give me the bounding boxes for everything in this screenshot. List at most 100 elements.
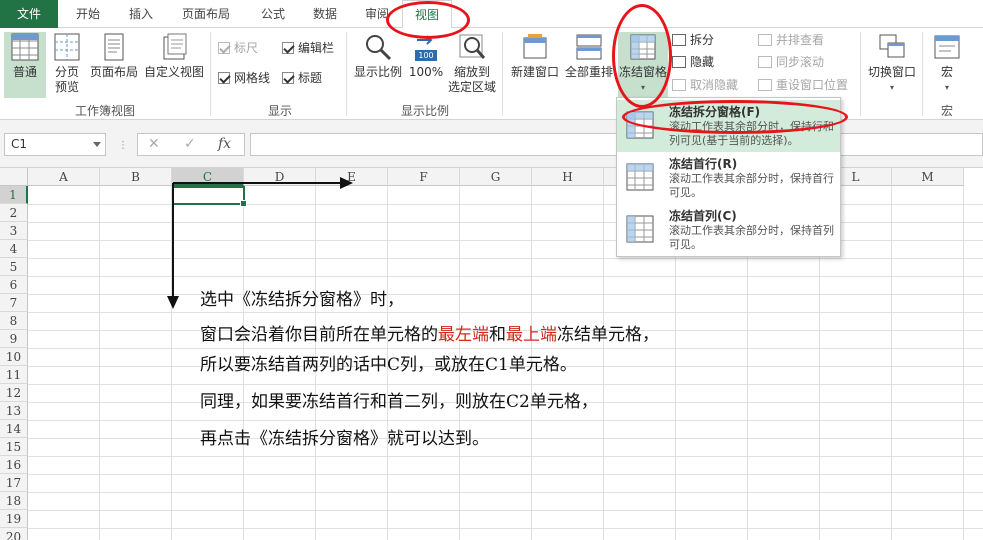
row-header-13[interactable]: 13 — [0, 402, 28, 420]
arrange-all-icon — [576, 34, 602, 60]
row-header-9[interactable]: 9 — [0, 330, 28, 348]
page-layout-view-button[interactable]: 页面布局 — [88, 32, 140, 80]
side-by-side-label: 并排查看 — [776, 33, 825, 47]
row-header-11[interactable]: 11 — [0, 366, 28, 384]
formula-bar-checkbox[interactable]: 编辑栏 — [282, 38, 334, 58]
headings-checkbox[interactable]: 标题 — [282, 68, 322, 88]
row-header-15[interactable]: 15 — [0, 438, 28, 456]
tab-formulas[interactable]: 公式 — [250, 0, 296, 28]
group-divider — [860, 32, 861, 116]
row-header-17[interactable]: 17 — [0, 474, 28, 492]
zoom-button[interactable]: 显示比例 — [352, 32, 404, 80]
zoom-to-selection-button[interactable]: 缩放到 选定区域 — [446, 32, 498, 95]
tab-review[interactable]: 审阅 — [354, 0, 400, 28]
chevron-down-icon: ▾ — [640, 83, 645, 92]
tab-page-layout[interactable]: 页面布局 — [170, 0, 242, 28]
enter-icon[interactable]: ✓ — [184, 136, 196, 152]
row-header-2[interactable]: 2 — [0, 204, 28, 222]
reset-position-label: 重设窗口位置 — [776, 78, 849, 92]
row-header-3[interactable]: 3 — [0, 222, 28, 240]
headings-label: 标题 — [298, 71, 323, 85]
column-header-a[interactable]: A — [28, 168, 100, 186]
row-header-4[interactable]: 4 — [0, 240, 28, 258]
tab-home[interactable]: 开始 — [62, 0, 114, 28]
page-layout-view-label: 页面布局 — [89, 65, 138, 79]
tab-data[interactable]: 数据 — [302, 0, 348, 28]
sync-scroll-label: 同步滚动 — [776, 55, 825, 69]
gridlines-checkbox[interactable]: 网格线 — [218, 68, 270, 88]
row-header-6[interactable]: 6 — [0, 276, 28, 294]
menu-item-title: 冻结拆分窗格(F) — [669, 105, 761, 119]
insert-function-icon[interactable]: fx — [218, 136, 231, 152]
zoom-100-button[interactable]: 100 100% — [406, 32, 446, 80]
row-header-5[interactable]: 5 — [0, 258, 28, 276]
annotation-leftmost: 最左端 — [438, 325, 489, 345]
freeze-panes-button[interactable]: 冻结窗格 ▾ — [618, 32, 668, 102]
hide-label: 隐藏 — [690, 55, 715, 69]
hide-button[interactable]: 隐藏 — [672, 52, 714, 72]
tab-file[interactable]: 文件 — [0, 0, 58, 28]
macros-button-label: 宏 — [940, 65, 953, 79]
chevron-down-icon — [93, 142, 101, 147]
switch-windows-button[interactable]: 切换窗口 ▾ — [864, 32, 920, 95]
page-break-preview-button[interactable]: 分页 预览 — [48, 32, 86, 95]
split-button[interactable]: 拆分 — [672, 30, 714, 50]
group-divider — [346, 32, 347, 116]
group-divider — [922, 32, 923, 116]
zoom-selection-label-1: 缩放到 — [453, 65, 490, 79]
row-header-10[interactable]: 10 — [0, 348, 28, 366]
reset-window-position-button[interactable]: 重设窗口位置 — [758, 75, 848, 95]
menu-item-freeze-first-column[interactable]: 冻结首列(C) 滚动工作表其余部分时，保持首列可见。 — [617, 204, 840, 256]
show-group-label: 显示 — [267, 104, 292, 118]
sync-scroll-icon — [758, 56, 772, 68]
cancel-icon[interactable]: ✕ — [148, 136, 160, 152]
custom-views-button[interactable]: 自定义视图 — [142, 32, 206, 80]
zoom-label: 显示比例 — [353, 65, 402, 79]
checkbox-icon — [282, 42, 294, 54]
column-header-h[interactable]: H — [532, 168, 604, 186]
row-header-1[interactable]: 1 — [0, 186, 28, 204]
ribbon-tab-bar: 文件 开始 插入 页面布局 公式 数据 审阅 视图 — [0, 0, 983, 29]
tab-insert[interactable]: 插入 — [118, 0, 164, 28]
arrange-all-label: 全部重排 — [564, 65, 613, 79]
annotation-line-2-c: 冻结单元格， — [557, 325, 659, 345]
menu-item-title: 冻结首行(R) — [669, 157, 738, 171]
row-header-19[interactable]: 19 — [0, 510, 28, 528]
column-header-g[interactable]: G — [460, 168, 532, 186]
menu-item-freeze-panes[interactable]: 冻结拆分窗格(F) 滚动工作表其余部分时，保持行和列可见(基于当前的选择)。 — [617, 100, 840, 152]
row-header-16[interactable]: 16 — [0, 456, 28, 474]
switch-windows-label: 切换窗口 — [867, 65, 916, 79]
tab-view[interactable]: 视图 — [402, 0, 452, 29]
ruler-checkbox[interactable]: 标尺 — [218, 38, 258, 58]
normal-view-button[interactable]: 普通 — [4, 32, 46, 98]
new-window-button[interactable]: 新建窗口 — [508, 32, 562, 80]
unhide-button[interactable]: 取消隐藏 — [672, 75, 738, 95]
column-header-f[interactable]: F — [388, 168, 460, 186]
custom-views-icon — [163, 33, 187, 60]
chevron-down-icon: ▾ — [889, 83, 894, 92]
gridline — [603, 186, 604, 540]
name-box-value: C1 — [11, 137, 28, 151]
switch-windows-icon — [879, 34, 905, 58]
annotation-line-4: 同理，如果要冻结首行和首二列，则放在C2单元格， — [200, 392, 598, 412]
row-header-7[interactable]: 7 — [0, 294, 28, 312]
sync-scroll-button[interactable]: 同步滚动 — [758, 52, 824, 72]
column-header-m[interactable]: M — [892, 168, 964, 186]
row-header-12[interactable]: 12 — [0, 384, 28, 402]
arrange-all-button[interactable]: 全部重排 — [562, 32, 616, 80]
row-header-14[interactable]: 14 — [0, 420, 28, 438]
group-divider — [210, 32, 211, 116]
freeze-panes-icon — [626, 111, 654, 139]
zoom-selection-icon — [459, 34, 486, 59]
macros-button[interactable]: 宏 ▾ — [928, 32, 966, 95]
view-side-by-side-button[interactable]: 并排查看 — [758, 30, 824, 50]
menu-item-freeze-top-row[interactable]: 冻结首行(R) 滚动工作表其余部分时，保持首行可见。 — [617, 152, 840, 204]
row-header-8[interactable]: 8 — [0, 312, 28, 330]
name-box[interactable]: C1 — [4, 133, 106, 156]
row-header-18[interactable]: 18 — [0, 492, 28, 510]
select-all-corner[interactable] — [0, 168, 28, 186]
annotation-line-3: 所以要冻结首两列的话中C列，或放在C1单元格。 — [200, 355, 577, 375]
workbook-views-group-label: 工作簿视图 — [74, 104, 135, 118]
splitter-handle-icon[interactable]: ⋮ — [118, 140, 128, 151]
row-header-20[interactable]: 20 — [0, 528, 28, 540]
